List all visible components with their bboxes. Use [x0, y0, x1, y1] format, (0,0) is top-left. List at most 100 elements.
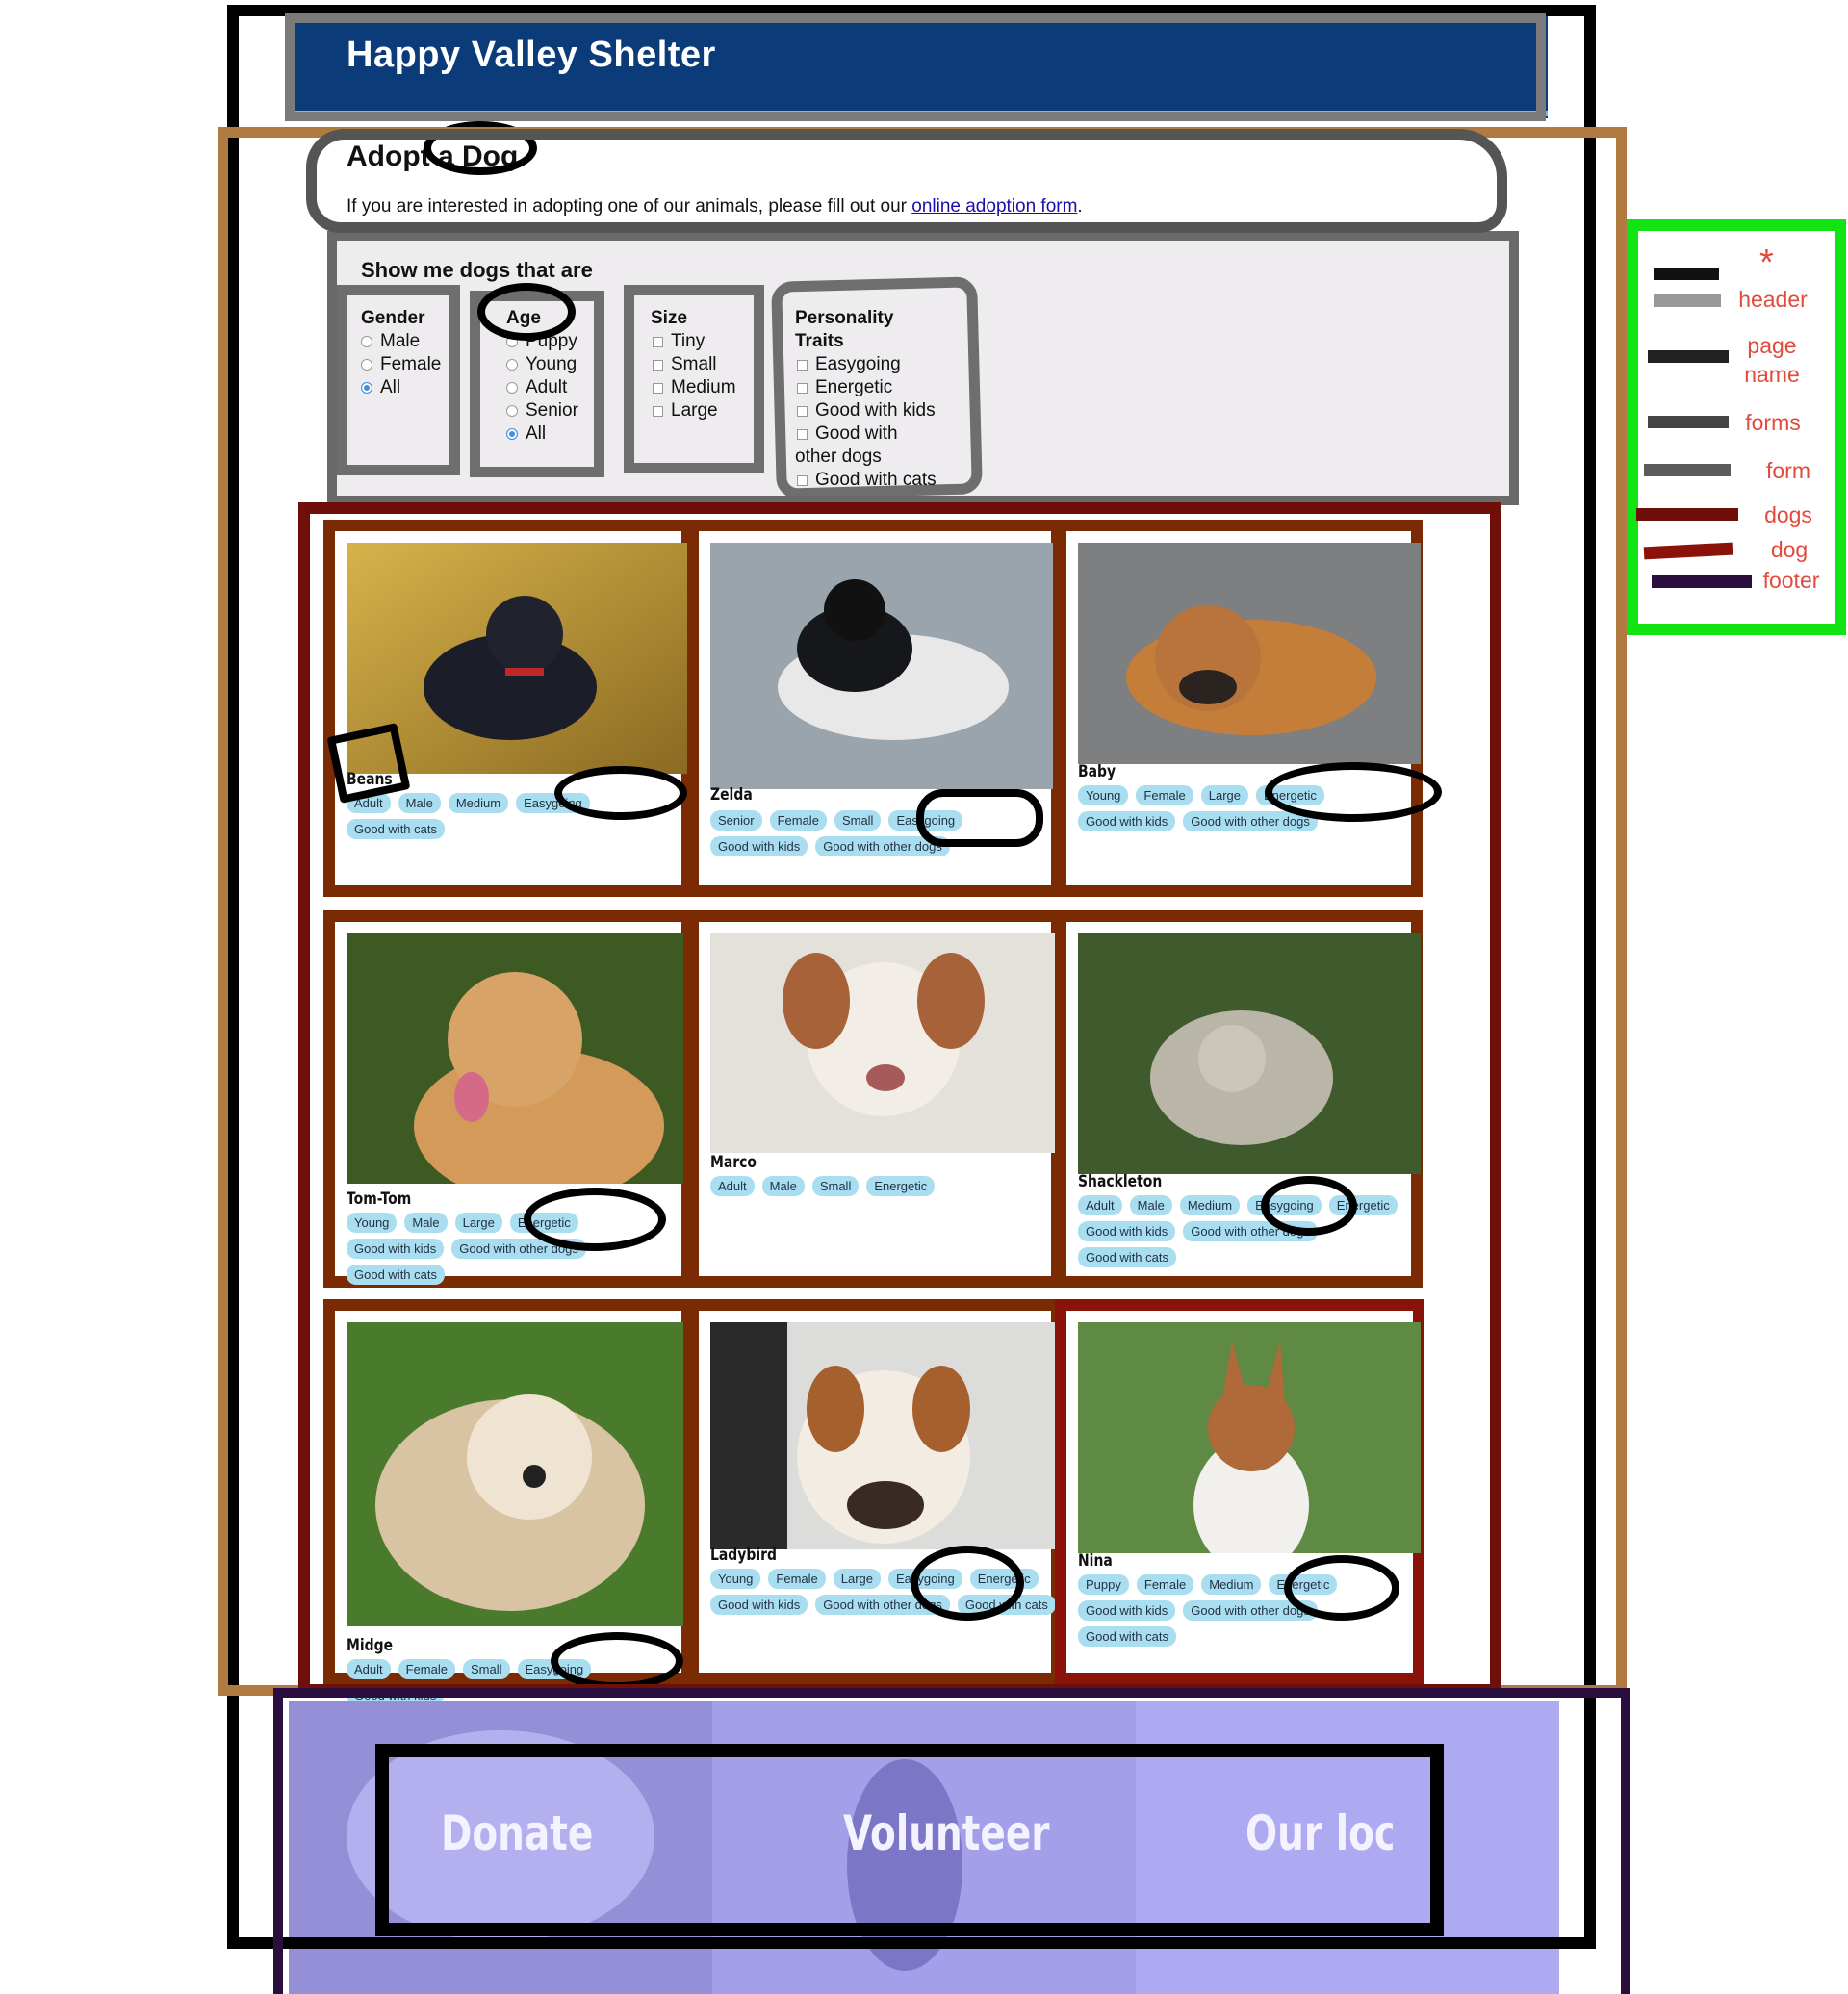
gender-option-female[interactable]: Female: [361, 354, 441, 375]
tag-size: Medium: [448, 793, 509, 813]
dog-card[interactable]: Shackleton Adult Male Medium Easygoing E…: [1055, 910, 1423, 1288]
dog-card[interactable]: Zelda Senior Female Small Easygoing Good…: [687, 520, 1063, 897]
tag-trait: Good with other dogs: [815, 836, 950, 856]
option-label: Senior: [526, 400, 578, 421]
checkbox-icon[interactable]: [797, 382, 808, 394]
dog-name: Tom-Tom: [346, 1189, 412, 1209]
checkbox-icon[interactable]: [653, 359, 663, 371]
legend-label-footer: footer: [1762, 568, 1820, 593]
tag-gender: Male: [398, 793, 441, 813]
size-option-large[interactable]: Large: [653, 400, 718, 422]
tag-trait: Easygoing: [1247, 1195, 1322, 1215]
tag-trait: Energetic: [969, 1569, 1039, 1589]
our-location-link[interactable]: Our location: [1245, 1805, 1393, 1861]
age-option-all[interactable]: All: [506, 423, 546, 445]
dog-card[interactable]: Marco Adult Male Small Energetic: [687, 910, 1063, 1288]
dog-card[interactable]: Nina Puppy Female Medium Energetic Good …: [1055, 1299, 1424, 1684]
tag-age: Adult: [1078, 1195, 1122, 1215]
option-label: Puppy: [526, 331, 578, 351]
option-label: Energetic: [815, 377, 893, 397]
intro-period: .: [1077, 196, 1083, 217]
trait-option-easygoing[interactable]: Easygoing: [797, 354, 901, 375]
checkbox-icon[interactable]: [653, 336, 663, 347]
legend-label-header: header: [1738, 287, 1808, 312]
trait-option-good-with-other-dogs[interactable]: Good with: [797, 423, 898, 445]
option-label: Medium: [671, 377, 736, 397]
tag-trait: Good with other dogs: [451, 1239, 586, 1259]
tag-age: Young: [710, 1569, 761, 1589]
size-option-small[interactable]: Small: [653, 354, 717, 375]
legend-blank-square: [1665, 115, 1707, 154]
radio-icon[interactable]: [361, 336, 372, 347]
option-label: Young: [526, 354, 578, 374]
tag-trait: Good with other dogs: [1183, 1600, 1318, 1621]
donate-link[interactable]: Donate: [441, 1805, 593, 1861]
legend-label-dog: dog: [1770, 537, 1809, 562]
dog-name: Beans: [346, 770, 393, 789]
checkbox-icon[interactable]: [797, 359, 808, 371]
dog-name: Zelda: [710, 785, 753, 805]
legend-swatch-header-light: [1654, 294, 1721, 307]
legend-star: *: [1759, 243, 1774, 283]
checkbox-icon[interactable]: [653, 405, 663, 417]
tag-gender: Male: [761, 1176, 805, 1196]
radio-icon[interactable]: [506, 382, 518, 394]
age-option-puppy[interactable]: Puppy: [506, 331, 578, 352]
gender-option-all[interactable]: All: [361, 377, 400, 398]
site-title[interactable]: Happy Valley Shelter: [346, 35, 716, 76]
dog-tags: Senior Female Small Easygoing Good with …: [710, 810, 1057, 856]
tag-gender: Female: [768, 1569, 826, 1589]
size-option-tiny[interactable]: Tiny: [653, 331, 705, 352]
legend-swatch-forms: [1648, 416, 1729, 428]
checkbox-icon[interactable]: [797, 405, 808, 417]
dog-name: Baby: [1078, 762, 1116, 781]
radio-selected-icon[interactable]: [361, 382, 372, 394]
option-label: Large: [671, 400, 718, 421]
option-label: Tiny: [671, 331, 706, 351]
radio-icon[interactable]: [506, 336, 518, 347]
legend-swatch-form: [1644, 464, 1731, 476]
adoption-form-link[interactable]: online adoption form: [911, 196, 1077, 217]
tag-trait: Energetic: [1269, 1574, 1338, 1595]
age-option-young[interactable]: Young: [506, 354, 577, 375]
radio-selected-icon[interactable]: [506, 428, 518, 440]
radio-icon[interactable]: [361, 359, 372, 371]
volunteer-link[interactable]: Volunteer: [843, 1805, 1050, 1861]
size-option-medium[interactable]: Medium: [653, 377, 736, 398]
age-option-senior[interactable]: Senior: [506, 400, 578, 422]
dog-card[interactable]: Midge Adult Female Small Easygoing Good …: [323, 1299, 693, 1705]
trait-option-good-with-kids[interactable]: Good with kids: [797, 400, 936, 422]
dog-card[interactable]: Tom-Tom Young Male Large Energetic Good …: [323, 910, 693, 1288]
dog-card[interactable]: Ladybird Young Female Large Easygoing En…: [687, 1299, 1063, 1684]
legend-label-page-name: page name: [1744, 333, 1800, 387]
trait-option-wrap: other dogs: [795, 447, 882, 467]
age-option-adult[interactable]: Adult: [506, 377, 567, 398]
tag-age: Young: [346, 1213, 398, 1233]
dog-card[interactable]: Beans Adult Male Medium Easygoing Good w…: [323, 520, 693, 897]
option-label: Male: [380, 331, 421, 351]
radio-icon[interactable]: [506, 359, 518, 371]
tag-trait: Good with cats: [346, 819, 445, 839]
tag-size: Medium: [1201, 1574, 1262, 1595]
dog-card[interactable]: Baby Young Female Large Energetic Good w…: [1055, 520, 1423, 897]
dog-tags: Puppy Female Medium Energetic Good with …: [1078, 1574, 1421, 1647]
tag-gender: Male: [404, 1213, 448, 1233]
tag-trait: Good with kids: [346, 1239, 445, 1259]
trait-option-energetic[interactable]: Energetic: [797, 377, 892, 398]
checkbox-icon[interactable]: [653, 382, 663, 394]
tag-gender: Male: [1129, 1195, 1172, 1215]
tag-trait: Good with other dogs: [815, 1595, 950, 1615]
checkbox-icon[interactable]: [797, 428, 808, 440]
radio-icon[interactable]: [506, 405, 518, 417]
tag-trait: Easygoing: [888, 1569, 962, 1589]
tag-age: Adult: [710, 1176, 755, 1196]
checkbox-icon[interactable]: [797, 474, 808, 486]
tag-trait: Easygoing: [517, 1659, 592, 1679]
dog-tags: Young Male Large Energetic Good with kid…: [346, 1213, 683, 1285]
gender-option-male[interactable]: Male: [361, 331, 420, 352]
intro-sentence: If you are interested in adopting one of…: [346, 196, 907, 217]
filter-title: Show me dogs that are: [361, 258, 593, 282]
option-label: Female: [380, 354, 442, 374]
tag-gender: Female: [1136, 785, 1194, 805]
trait-option-good-with-cats[interactable]: Good with cats: [797, 470, 937, 491]
